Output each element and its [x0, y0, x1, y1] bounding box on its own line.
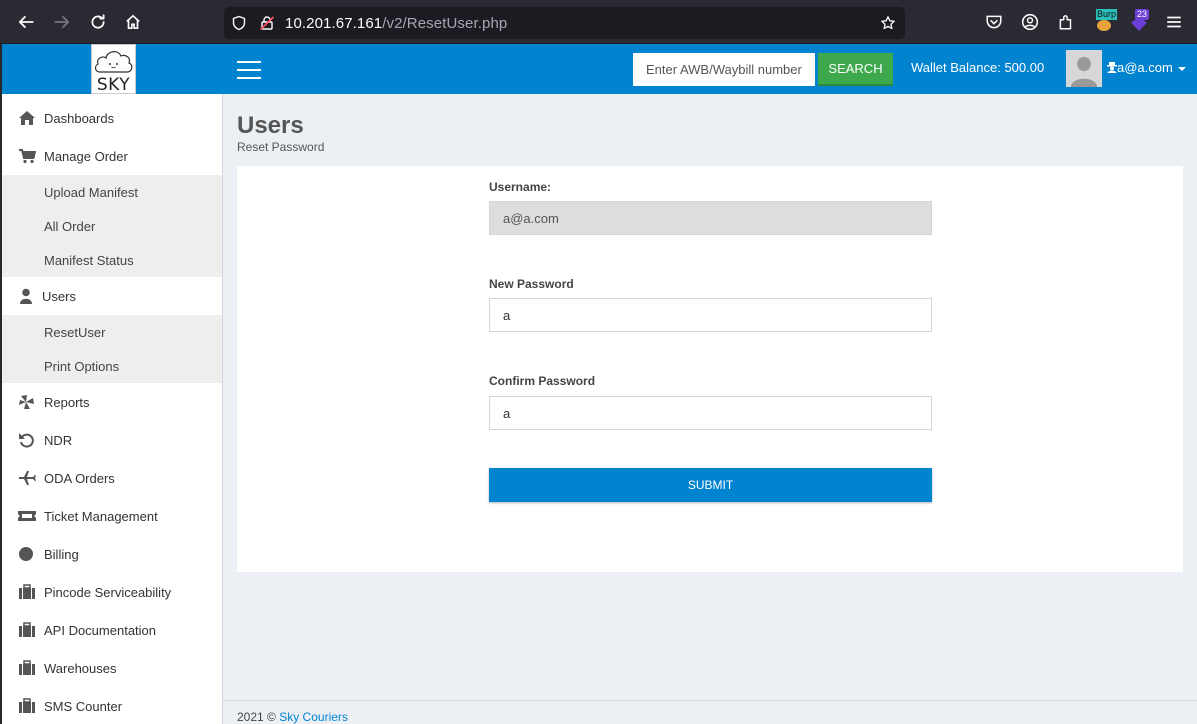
- account-icon[interactable]: [1021, 13, 1039, 31]
- avatar[interactable]: [1066, 50, 1102, 87]
- sidebar-item-resetuser[interactable]: ResetUser: [44, 325, 105, 340]
- footer: 2021 © Sky Couriers: [223, 700, 1197, 724]
- sidebar-item-billing[interactable]: Billing: [2, 536, 222, 572]
- pinwheel-icon: [19, 395, 34, 409]
- page-title: Users: [237, 112, 304, 139]
- url-text: 10.201.67.161/v2/ResetUser.php: [285, 15, 508, 32]
- briefcase-icon: [19, 698, 35, 713]
- circle-icon: [19, 547, 33, 561]
- user-secret-icon: [1107, 61, 1117, 73]
- sidebar-item-manage-order[interactable]: Manage Order: [2, 138, 222, 174]
- cloud-logo-icon: [94, 51, 133, 73]
- back-arrow-icon[interactable]: [15, 11, 37, 33]
- briefcase-icon: [19, 584, 35, 599]
- submit-button[interactable]: SUBMIT: [489, 468, 932, 502]
- shield-icon[interactable]: [231, 15, 247, 31]
- forward-arrow-icon[interactable]: [51, 11, 73, 33]
- sidebar-item-api-documentation[interactable]: API Documentation: [2, 612, 222, 648]
- user-icon: [20, 288, 32, 304]
- sidebar-item-users[interactable]: Users: [2, 278, 222, 314]
- new-password-label: New Password: [489, 277, 574, 291]
- plane-icon: [19, 471, 36, 485]
- ticket-icon: [18, 511, 36, 521]
- sidebar-item-manifest-status[interactable]: Manifest Status: [44, 253, 134, 268]
- company-link[interactable]: Sky Couriers: [279, 710, 348, 724]
- home-icon[interactable]: [122, 11, 144, 33]
- wallet-balance: Wallet Balance: 500.00: [911, 60, 1045, 75]
- logo[interactable]: SKY: [91, 44, 136, 95]
- burp-extension-icon[interactable]: Burp: [1094, 9, 1118, 33]
- logo-text: SKY: [96, 75, 131, 95]
- username-field: [489, 201, 932, 235]
- home-icon: [19, 111, 35, 125]
- sidebar-toggle-icon[interactable]: [237, 61, 261, 79]
- bookmark-star-icon[interactable]: [880, 15, 896, 31]
- sidebar-item-ndr[interactable]: NDR: [2, 422, 222, 458]
- sidebar-item-upload-manifest[interactable]: Upload Manifest: [44, 185, 138, 200]
- sidebar-item-reports[interactable]: Reports: [2, 384, 222, 420]
- reload-icon[interactable]: [87, 11, 109, 33]
- chevron-down-icon: [1177, 66, 1186, 71]
- username-label: Username:: [489, 180, 552, 194]
- page-subtitle: Reset Password: [237, 140, 325, 154]
- sidebar-item-sms-counter[interactable]: SMS Counter: [2, 688, 222, 724]
- sidebar-item-print-options[interactable]: Print Options: [44, 359, 119, 374]
- insecure-lock-icon[interactable]: [259, 15, 275, 31]
- sidebar-item-oda-orders[interactable]: ODA Orders: [2, 460, 222, 496]
- browser-toolbar: 10.201.67.161/v2/ResetUser.php Burp 23: [0, 0, 1197, 44]
- app-header: SKY SEARCH Wallet Balance: 500.00 a@a.co…: [0, 44, 1197, 95]
- confirm-password-label: Confirm Password: [489, 374, 596, 388]
- url-bar[interactable]: 10.201.67.161/v2/ResetUser.php: [224, 7, 905, 39]
- sidebar-item-ticket-management[interactable]: Ticket Management: [2, 498, 222, 534]
- sidebar: Dashboards Manage Order Upload Manifest …: [0, 94, 223, 724]
- new-password-field[interactable]: [489, 298, 932, 332]
- sidebar-item-pincode-serviceability[interactable]: Pincode Serviceability: [2, 574, 222, 610]
- sidebar-item-warehouses[interactable]: Warehouses: [2, 650, 222, 686]
- confirm-password-field[interactable]: [489, 396, 932, 430]
- cart-icon: [19, 149, 36, 164]
- menu-icon[interactable]: [1165, 13, 1183, 31]
- user-email: a@a.com: [1117, 60, 1173, 75]
- undo-icon: [19, 433, 34, 448]
- search-button[interactable]: SEARCH: [818, 53, 893, 86]
- extensions-icon[interactable]: [1057, 13, 1075, 31]
- pocket-icon[interactable]: [985, 13, 1003, 31]
- ublock-extension-icon[interactable]: 23: [1129, 9, 1153, 35]
- sidebar-item-dashboards[interactable]: Dashboards: [2, 100, 222, 136]
- briefcase-icon: [19, 660, 35, 675]
- briefcase-icon: [19, 622, 35, 637]
- user-menu[interactable]: a@a.com: [1107, 60, 1186, 75]
- sidebar-item-all-order[interactable]: All Order: [44, 219, 95, 234]
- awb-search-input[interactable]: [633, 53, 815, 86]
